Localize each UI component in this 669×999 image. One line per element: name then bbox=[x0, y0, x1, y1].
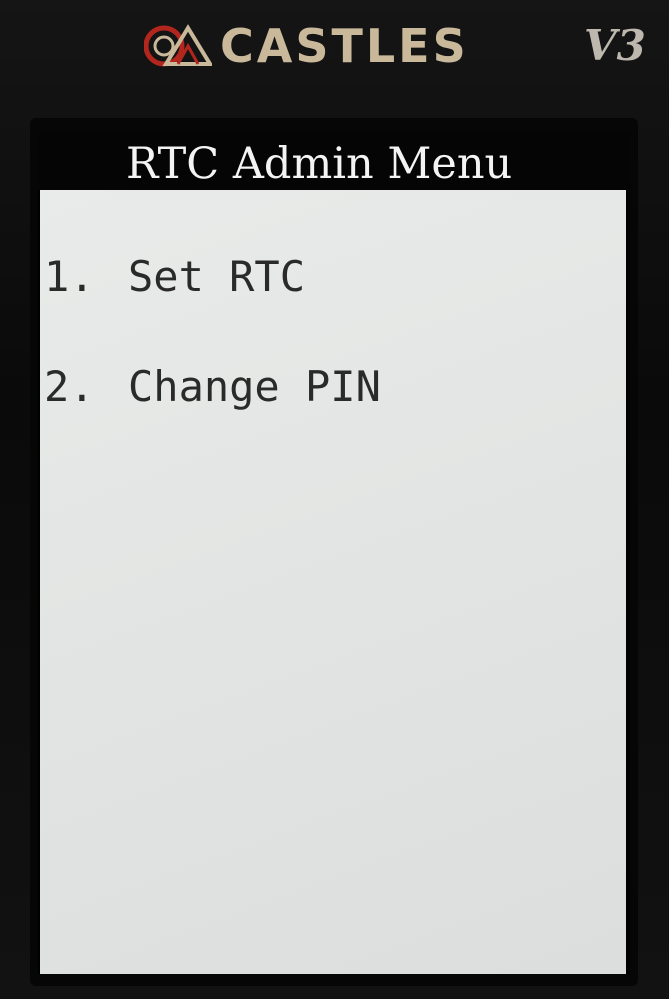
menu-panel: 1. Set RTC 2. Change PIN bbox=[40, 190, 626, 974]
brand-name: CASTLES bbox=[220, 19, 469, 73]
brand-bar: CASTLES V3 bbox=[0, 0, 669, 110]
menu-item-label: Change PIN bbox=[128, 362, 381, 411]
page-title: RTC Admin Menu bbox=[126, 139, 513, 189]
castles-logo-icon bbox=[144, 24, 212, 67]
menu-item-number: 1. bbox=[44, 252, 95, 301]
title-bar: RTC Admin Menu bbox=[38, 132, 630, 190]
menu-item-set-rtc[interactable]: 1. Set RTC bbox=[44, 247, 305, 307]
menu-item-change-pin[interactable]: 2. Change PIN bbox=[44, 357, 381, 417]
payment-terminal: CASTLES V3 RTC Admin Menu 1. Set RTC 2. Ch… bbox=[0, 0, 669, 999]
menu-item-number: 2. bbox=[44, 362, 95, 411]
display-screen: RTC Admin Menu 1. Set RTC 2. Change PIN bbox=[38, 132, 630, 974]
menu-item-label: Set RTC bbox=[128, 252, 306, 301]
model-name: V3 bbox=[584, 21, 646, 70]
